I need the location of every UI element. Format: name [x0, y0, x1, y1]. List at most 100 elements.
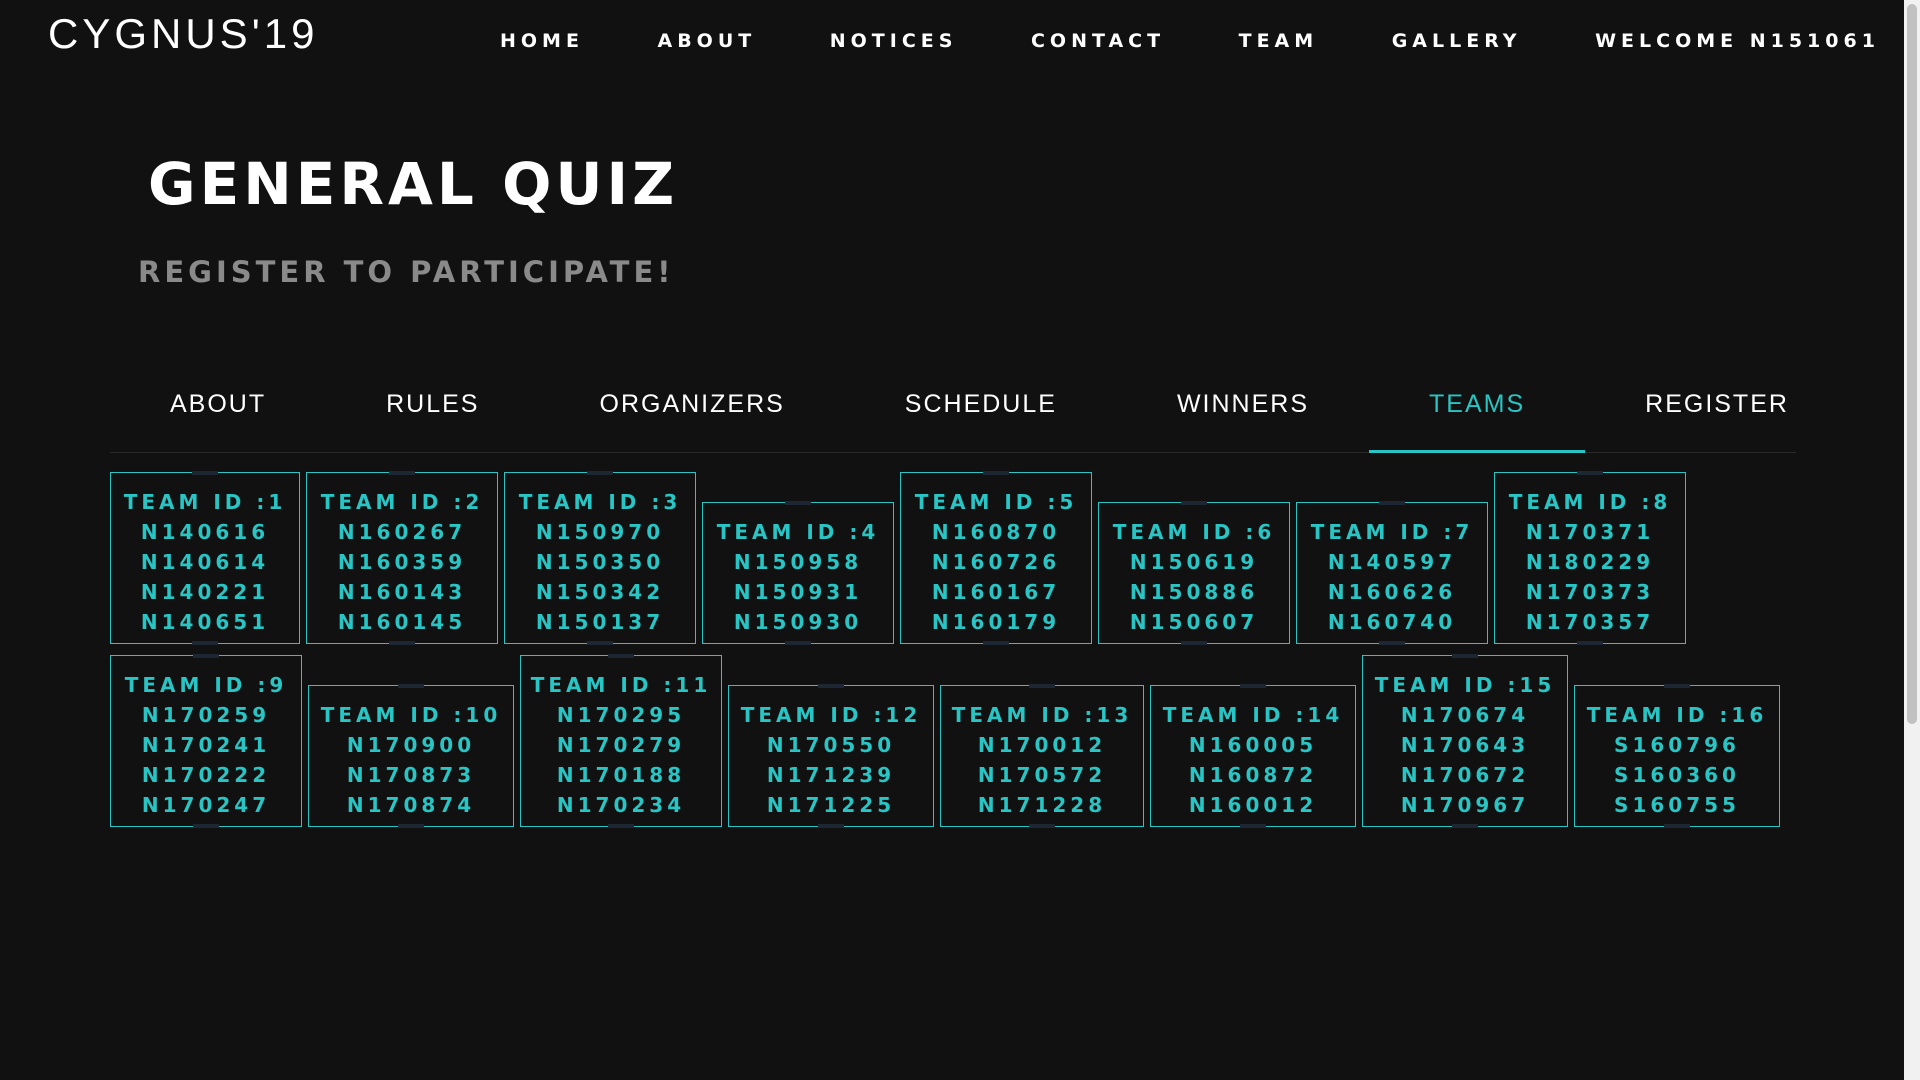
team-member-id: N170371 — [1525, 520, 1655, 544]
tab-organizers[interactable]: ORGANIZERS — [540, 370, 845, 452]
tab-winners[interactable]: WINNERS — [1117, 370, 1369, 452]
team-card: TEAM ID :5 N160870 N160726 N160167 N160179 — [900, 471, 1092, 645]
team-id-label: TEAM ID :14 — [1162, 703, 1344, 727]
team-member-id: S160755 — [1614, 793, 1740, 817]
nav-contact[interactable]: CONTACT — [1031, 30, 1165, 52]
team-card: TEAM ID :6 N150619 N150886 N150607 — [1098, 501, 1290, 645]
team-member-id: N170967 — [1400, 793, 1530, 817]
event-tabs: ABOUT RULES ORGANIZERS SCHEDULE WINNERS … — [110, 370, 1796, 453]
team-member-id: N170874 — [346, 793, 476, 817]
team-member-id: N170373 — [1525, 580, 1655, 604]
team-id-label: TEAM ID :12 — [740, 703, 922, 727]
team-card: TEAM ID :2 N160267 N160359 N160143 N160145 — [306, 471, 498, 645]
team-id-label: TEAM ID :3 — [518, 490, 682, 514]
team-member-id: N150970 — [535, 520, 665, 544]
tab-register[interactable]: REGISTER — [1585, 370, 1849, 452]
nav-about[interactable]: ABOUT — [657, 30, 756, 52]
scrollbar-thumb[interactable] — [1907, 4, 1917, 724]
team-member-id: N170012 — [977, 733, 1107, 757]
top-navigation: HOME ABOUT NOTICES CONTACT TEAM GALLERY … — [500, 30, 1880, 52]
team-member-id: N160005 — [1188, 733, 1318, 757]
team-member-id: N171228 — [977, 793, 1107, 817]
team-id-label: TEAM ID :9 — [124, 673, 288, 697]
team-id-label: TEAM ID :6 — [1112, 520, 1276, 544]
team-member-id: N171225 — [766, 793, 896, 817]
team-member-id: N160740 — [1327, 610, 1457, 634]
team-member-id: N171239 — [766, 763, 896, 787]
team-member-id: N160012 — [1188, 793, 1318, 817]
team-member-id: N170550 — [766, 733, 896, 757]
site-logo[interactable]: CYGNUS'19 — [48, 10, 318, 58]
team-member-id: N160870 — [931, 520, 1061, 544]
team-card: TEAM ID :9 N170259 N170241 N170222 N170247 — [110, 654, 302, 828]
team-member-id: N140616 — [140, 520, 270, 544]
team-id-label: TEAM ID :15 — [1374, 673, 1556, 697]
team-member-id: N140221 — [140, 580, 270, 604]
team-card: TEAM ID :14 N160005 N160872 N160012 — [1150, 684, 1356, 828]
team-member-id: N170572 — [977, 763, 1107, 787]
team-member-id: N150958 — [733, 550, 863, 574]
team-id-label: TEAM ID :11 — [530, 673, 712, 697]
team-member-id: N160143 — [337, 580, 467, 604]
team-card: TEAM ID :11 N170295 N170279 N170188 N170234 — [520, 654, 722, 828]
team-id-label: TEAM ID :7 — [1310, 520, 1474, 544]
team-card: TEAM ID :16 S160796 S160360 S160755 — [1574, 684, 1780, 828]
nav-gallery[interactable]: GALLERY — [1392, 30, 1522, 52]
team-member-id: N170900 — [346, 733, 476, 757]
tab-schedule[interactable]: SCHEDULE — [845, 370, 1117, 452]
teams-row-2: TEAM ID :9 N170259 N170241 N170222 N170247 TE… — [110, 654, 1780, 838]
team-member-id: N140614 — [140, 550, 270, 574]
team-card: TEAM ID :4 N150958 N150931 N150930 — [702, 501, 894, 645]
team-member-id: N160726 — [931, 550, 1061, 574]
team-member-id: N150931 — [733, 580, 863, 604]
team-member-id: N160179 — [931, 610, 1061, 634]
team-member-id: N170873 — [346, 763, 476, 787]
team-id-label: TEAM ID :8 — [1508, 490, 1672, 514]
team-member-id: N150886 — [1129, 580, 1259, 604]
team-card: TEAM ID :10 N170900 N170873 N170874 — [308, 684, 514, 828]
team-card: TEAM ID :1 N140616 N140614 N140221 N140651 — [110, 471, 300, 645]
nav-welcome-user[interactable]: WELCOME N151061 — [1595, 30, 1880, 52]
page-title: GENERAL QUIZ — [148, 150, 679, 218]
team-member-id: N180229 — [1525, 550, 1655, 574]
team-id-label: TEAM ID :1 — [123, 490, 287, 514]
team-card: TEAM ID :12 N170550 N171239 N171225 — [728, 684, 934, 828]
team-member-id: N170188 — [556, 763, 686, 787]
team-member-id: N150342 — [535, 580, 665, 604]
team-member-id: N160145 — [337, 610, 467, 634]
team-member-id: N160626 — [1327, 580, 1457, 604]
team-card: TEAM ID :13 N170012 N170572 N171228 — [940, 684, 1144, 828]
team-member-id: N170247 — [141, 793, 271, 817]
team-member-id: N170674 — [1400, 703, 1530, 727]
team-member-id: N170279 — [556, 733, 686, 757]
tab-about[interactable]: ABOUT — [110, 370, 326, 452]
team-member-id: N160872 — [1188, 763, 1318, 787]
team-id-label: TEAM ID :16 — [1586, 703, 1768, 727]
team-id-label: TEAM ID :13 — [951, 703, 1133, 727]
team-id-label: TEAM ID :5 — [914, 490, 1078, 514]
nav-team[interactable]: TEAM — [1239, 30, 1319, 52]
team-card: TEAM ID :3 N150970 N150350 N150342 N150137 — [504, 471, 696, 645]
nav-home[interactable]: HOME — [500, 30, 584, 52]
team-member-id: N170241 — [141, 733, 271, 757]
team-id-label: TEAM ID :10 — [320, 703, 502, 727]
team-member-id: N170357 — [1525, 610, 1655, 634]
team-member-id: N150930 — [733, 610, 863, 634]
team-member-id: N170222 — [141, 763, 271, 787]
tab-rules[interactable]: RULES — [326, 370, 539, 452]
team-id-label: TEAM ID :2 — [320, 490, 484, 514]
nav-notices[interactable]: NOTICES — [830, 30, 958, 52]
team-id-label: TEAM ID :4 — [716, 520, 880, 544]
register-subtitle[interactable]: REGISTER TO PARTICIPATE! — [138, 255, 674, 289]
team-member-id: N170643 — [1400, 733, 1530, 757]
team-member-id: N170672 — [1400, 763, 1530, 787]
team-member-id: S160796 — [1614, 733, 1740, 757]
team-member-id: N150350 — [535, 550, 665, 574]
team-member-id: N170295 — [556, 703, 686, 727]
team-member-id: N160359 — [337, 550, 467, 574]
tab-teams[interactable]: TEAMS — [1369, 370, 1586, 453]
team-member-id: N150137 — [535, 610, 665, 634]
team-member-id: N150619 — [1129, 550, 1259, 574]
team-card: TEAM ID :15 N170674 N170643 N170672 N170967 — [1362, 654, 1568, 828]
page-scrollbar[interactable] — [1904, 0, 1920, 1080]
